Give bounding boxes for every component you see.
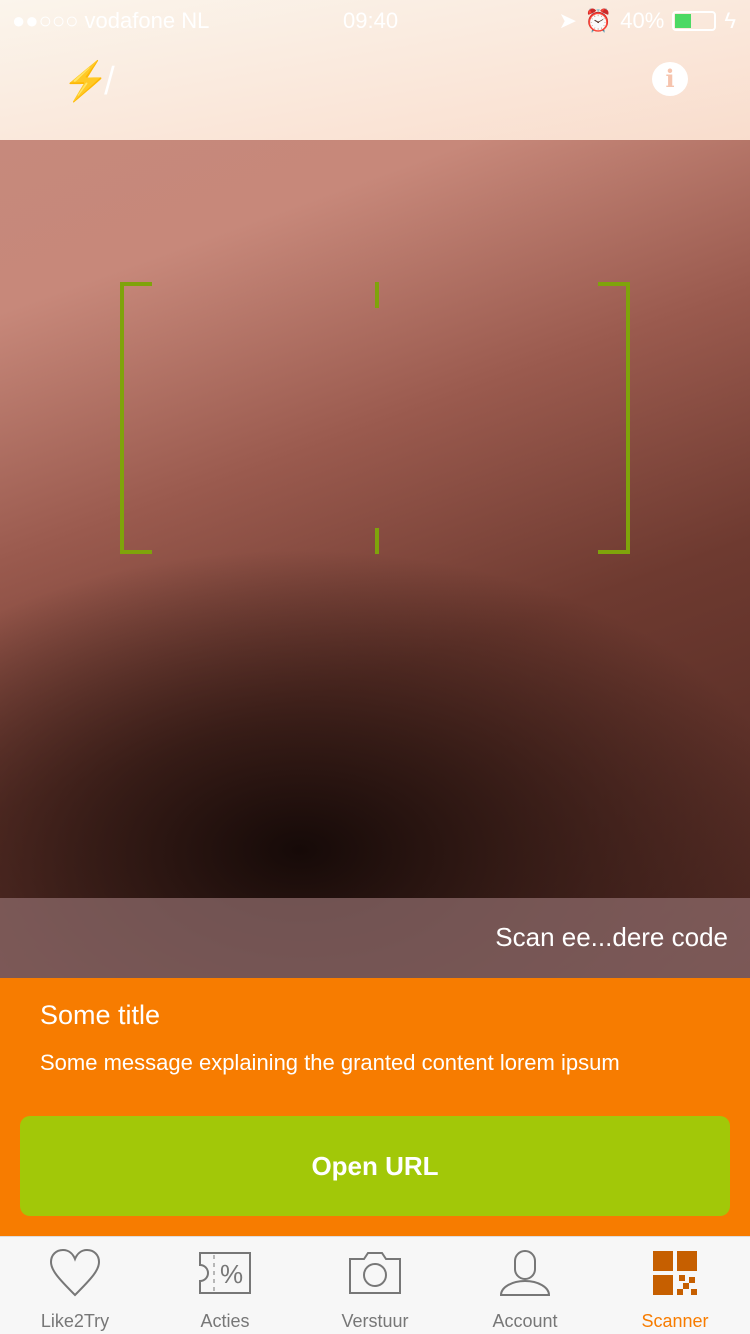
tab-like2try[interactable]: Like2Try (0, 1237, 150, 1334)
tab-acties[interactable]: % Acties (150, 1237, 300, 1334)
tab-bar: Like2Try % Acties Verstuur Account Scanne… (0, 1236, 750, 1334)
user-icon (450, 1237, 600, 1297)
battery-icon (672, 11, 717, 31)
top-bar: ●●○○○ vodafone NL 09:40 ➤ ⏰ 40% ϟ ⚡̸ i (0, 0, 750, 140)
camera-icon (300, 1237, 450, 1297)
scan-frame-bottom-tick (375, 528, 379, 554)
scan-frame-left (120, 282, 152, 554)
result-panel: Some title Some message explaining the g… (0, 978, 750, 1236)
tab-verstuur[interactable]: Verstuur (300, 1237, 450, 1334)
open-url-button[interactable]: Open URL (20, 1116, 730, 1216)
heart-icon (0, 1237, 150, 1297)
camera-preview (0, 0, 750, 978)
tab-account[interactable]: Account (450, 1237, 600, 1334)
scan-hint: Scan ee...dere code (495, 922, 728, 952)
status-bar: ●●○○○ vodafone NL 09:40 ➤ ⏰ 40% ϟ (0, 6, 750, 36)
result-message: Some message explaining the granted cont… (40, 1050, 620, 1075)
coupon-icon: % (150, 1237, 300, 1297)
result-title: Some title (40, 1000, 161, 1030)
charging-icon: ϟ (724, 8, 736, 33)
alarm-icon: ⏰ (584, 8, 613, 33)
carrier: ●●○○○ vodafone NL (12, 8, 210, 33)
scan-hint-bar: Scan ee...dere code (0, 898, 750, 978)
flash-off-icon[interactable]: ⚡̸ (62, 60, 109, 104)
info-icon[interactable]: i (652, 62, 688, 96)
svg-text:%: % (220, 1259, 243, 1289)
tab-scanner[interactable]: Scanner (600, 1237, 750, 1334)
battery-percent: 40% (620, 8, 665, 33)
location-icon: ➤ (558, 8, 577, 33)
scan-frame-top-tick (375, 282, 379, 308)
qr-code-icon (600, 1237, 750, 1297)
clock: 09:40 (343, 8, 399, 33)
scan-frame-right (598, 282, 630, 554)
